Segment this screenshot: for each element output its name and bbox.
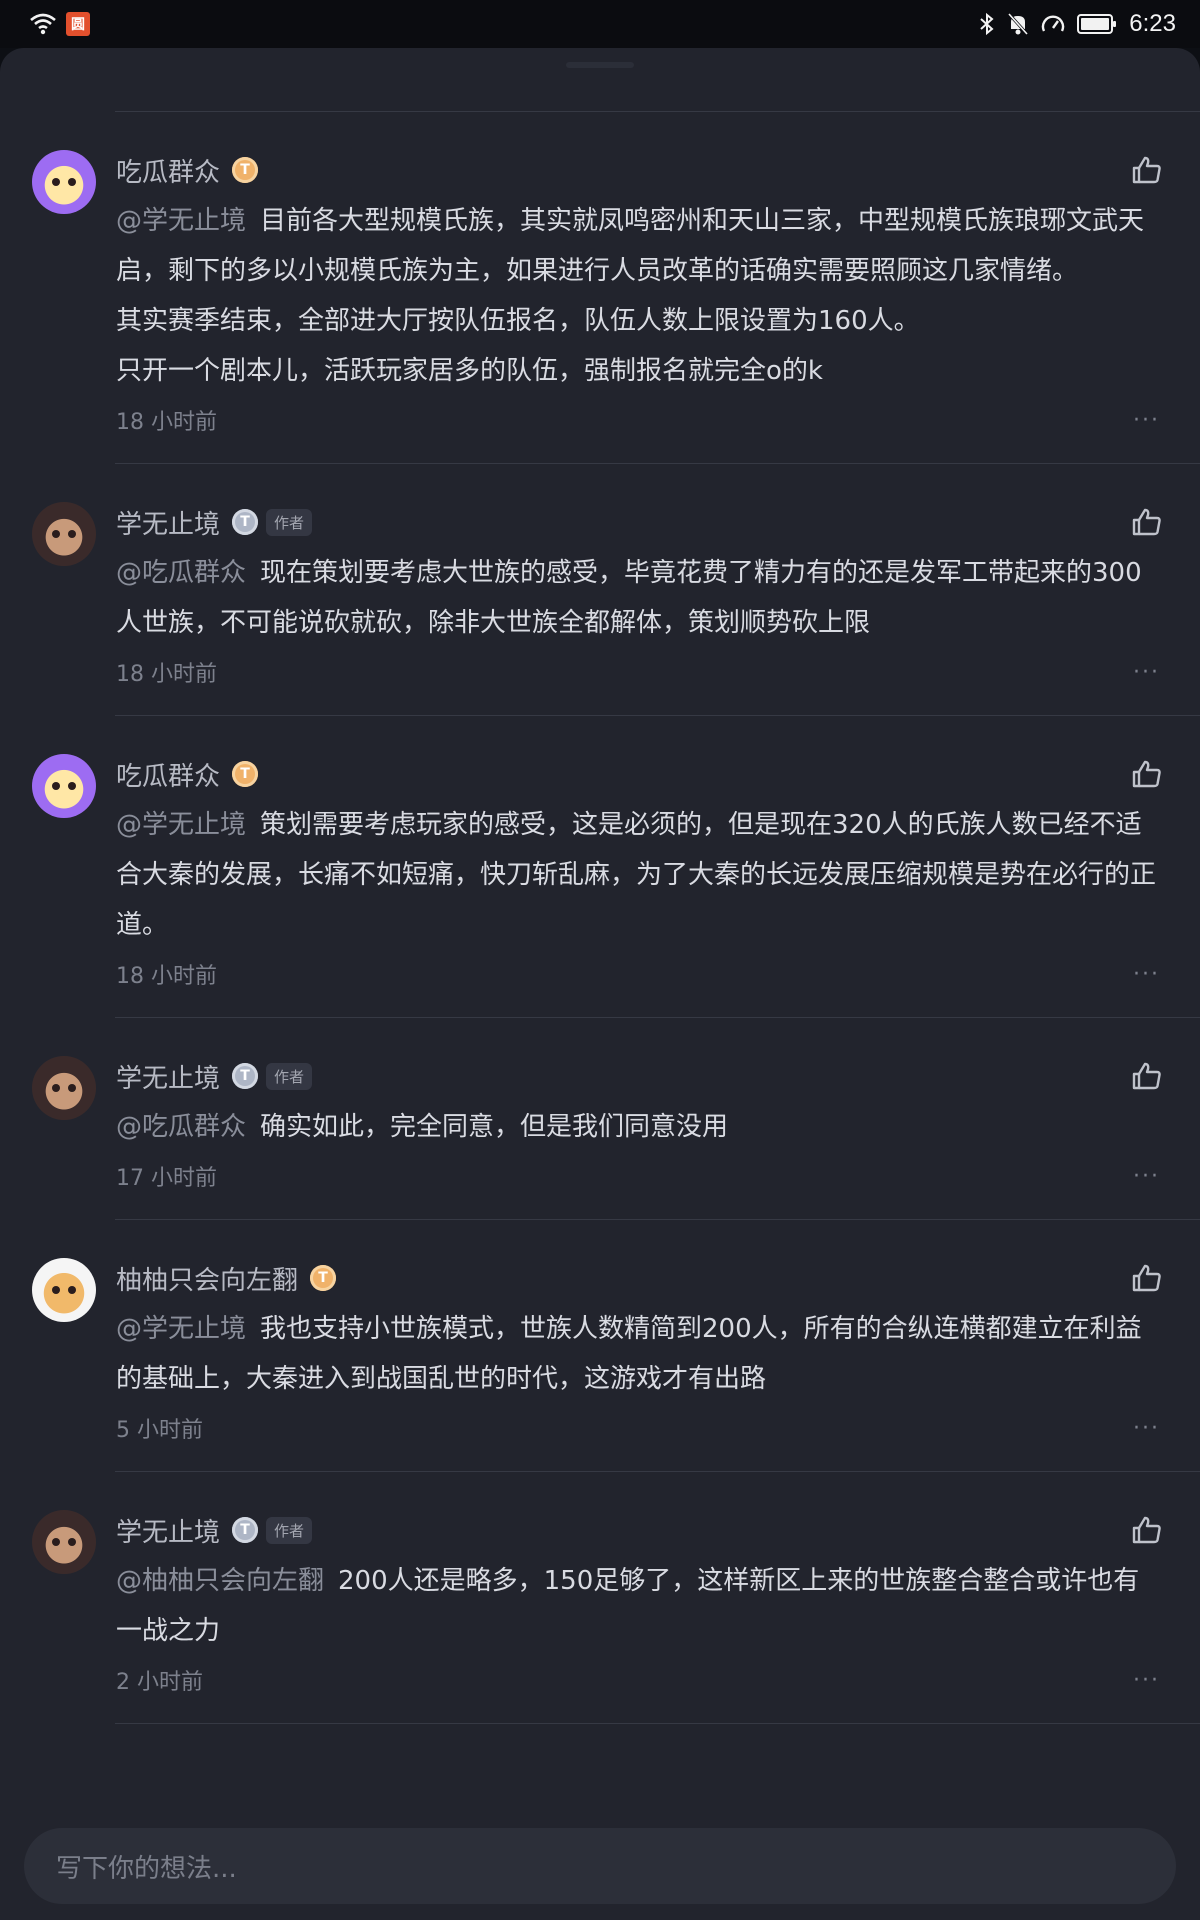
comment-time: 18 小时前: [116, 410, 217, 435]
speed-gauge-icon: [1042, 15, 1065, 32]
avatar[interactable]: [32, 1056, 96, 1120]
comment-list[interactable]: 吃瓜群众 T @学无止境 目前各大型规模氏族，其实就凤鸣密州和天山三家，中型规模氏…: [0, 112, 1200, 1724]
thumbs-up-icon[interactable]: [1131, 1262, 1163, 1294]
clock: 6:23: [1129, 10, 1176, 37]
commenter-name[interactable]: 柚柚只会向左翻: [116, 1260, 298, 1297]
sheet-grabber[interactable]: [566, 62, 634, 68]
comment-item[interactable]: 吃瓜群众 T @学无止境 策划需要考虑玩家的感受，这是必须的，但是现在320人的氏…: [0, 716, 1200, 1018]
thumbs-up-icon[interactable]: [1131, 506, 1163, 538]
bluetooth-icon: [980, 12, 994, 36]
comment-time: 18 小时前: [116, 662, 217, 687]
level-badge-icon: T: [310, 1265, 337, 1291]
comment-item[interactable]: 学无止境 T 作者 @柚柚只会向左翻 200人还是略多，150足够了，这样新区上来…: [0, 1472, 1200, 1724]
mention-link[interactable]: @吃瓜群众: [116, 558, 246, 588]
comment-content: 目前各大型规模氏族，其实就凤鸣密州和天山三家，中型规模氏族琅琊文武天启，剩下的多…: [116, 206, 1145, 386]
avatar[interactable]: [32, 502, 96, 566]
status-bar: 圆 6:23: [0, 0, 1200, 48]
mute-bell-icon: [1008, 12, 1029, 36]
more-dots-icon[interactable]: ···: [1133, 408, 1160, 433]
author-tag: 作者: [266, 508, 313, 536]
more-dots-icon[interactable]: ···: [1133, 660, 1160, 685]
comment-time: 2 小时前: [116, 1670, 203, 1695]
mention-link[interactable]: @吃瓜群众: [116, 1112, 246, 1142]
level-badge-icon: T: [232, 761, 259, 787]
app-notification-icon: 圆: [66, 12, 90, 36]
comment-sheet: 吃瓜群众 T @学无止境 目前各大型规模氏族，其实就凤鸣密州和天山三家，中型规模氏…: [0, 48, 1200, 1920]
mention-link[interactable]: @学无止境: [116, 1314, 246, 1344]
commenter-name[interactable]: 学无止境: [116, 504, 220, 541]
mention-link[interactable]: @柚柚只会向左翻: [116, 1566, 324, 1596]
comment-content: 策划需要考虑玩家的感受，这是必须的，但是现在320人的氏族人数已经不适合大秦的发…: [116, 810, 1157, 940]
comment-content: 现在策划要考虑大世族的感受，毕竟花费了精力有的还是发军工带起来的300人世族，不…: [116, 558, 1142, 638]
thumbs-up-icon[interactable]: [1131, 1514, 1163, 1546]
thumbs-up-icon[interactable]: [1131, 758, 1163, 790]
comment-item[interactable]: 柚柚只会向左翻 T @学无止境 我也支持小世族模式，世族人数精简到200人，所有的…: [0, 1220, 1200, 1472]
more-dots-icon[interactable]: ···: [1133, 1164, 1160, 1189]
comment-time: 5 小时前: [116, 1418, 203, 1443]
comment-text: @学无止境 我也支持小世族模式，世族人数精简到200人，所有的合纵连横都建立在利益…: [116, 1304, 1160, 1404]
mention-link[interactable]: @学无止境: [116, 206, 246, 236]
avatar[interactable]: [32, 150, 96, 214]
more-dots-icon[interactable]: ···: [1133, 1416, 1160, 1441]
commenter-name[interactable]: 吃瓜群众: [116, 756, 220, 793]
author-tag: 作者: [266, 1062, 313, 1090]
comment-text: @吃瓜群众 现在策划要考虑大世族的感受，毕竟花费了精力有的还是发军工带起来的300…: [116, 548, 1160, 648]
commenter-name[interactable]: 吃瓜群众: [116, 152, 220, 189]
level-badge-icon: T: [232, 1517, 259, 1543]
commenter-name[interactable]: 学无止境: [116, 1058, 220, 1095]
avatar[interactable]: [32, 1258, 96, 1322]
level-badge-icon: T: [232, 1063, 259, 1089]
comment-content: 我也支持小世族模式，世族人数精简到200人，所有的合纵连横都建立在利益的基础上，…: [116, 1314, 1142, 1394]
more-dots-icon[interactable]: ···: [1133, 962, 1160, 987]
comment-item[interactable]: 学无止境 T 作者 @吃瓜群众 现在策划要考虑大世族的感受，毕竟花费了精力有的还是…: [0, 464, 1200, 716]
author-tag: 作者: [266, 1516, 313, 1544]
thumbs-up-icon[interactable]: [1131, 154, 1163, 186]
comment-input[interactable]: 写下你的想法...: [24, 1828, 1176, 1904]
comment-item[interactable]: 学无止境 T 作者 @吃瓜群众 确实如此，完全同意，但是我们同意没用 17 小时前…: [0, 1018, 1200, 1220]
wifi-icon: [30, 13, 56, 35]
battery-icon: [1077, 14, 1117, 34]
commenter-name[interactable]: 学无止境: [116, 1512, 220, 1549]
level-badge-icon: T: [232, 157, 259, 183]
comment-text: @吃瓜群众 确实如此，完全同意，但是我们同意没用: [116, 1102, 1160, 1152]
comment-item[interactable]: 吃瓜群众 T @学无止境 目前各大型规模氏族，其实就凤鸣密州和天山三家，中型规模氏…: [0, 112, 1200, 464]
comment-text: @学无止境 目前各大型规模氏族，其实就凤鸣密州和天山三家，中型规模氏族琅琊文武天启…: [116, 196, 1160, 396]
comment-time: 17 小时前: [116, 1166, 217, 1191]
avatar[interactable]: [32, 1510, 96, 1574]
level-badge-icon: T: [232, 509, 259, 535]
comment-text: @柚柚只会向左翻 200人还是略多，150足够了，这样新区上来的世族整合整合或许也…: [116, 1556, 1160, 1656]
comment-text: @学无止境 策划需要考虑玩家的感受，这是必须的，但是现在320人的氏族人数已经不适…: [116, 800, 1160, 950]
more-dots-icon[interactable]: ···: [1133, 1668, 1160, 1693]
comment-time: 18 小时前: [116, 964, 217, 989]
comment-content: 确实如此，完全同意，但是我们同意没用: [260, 1112, 729, 1142]
thumbs-up-icon[interactable]: [1131, 1060, 1163, 1092]
mention-link[interactable]: @学无止境: [116, 810, 246, 840]
avatar[interactable]: [32, 754, 96, 818]
